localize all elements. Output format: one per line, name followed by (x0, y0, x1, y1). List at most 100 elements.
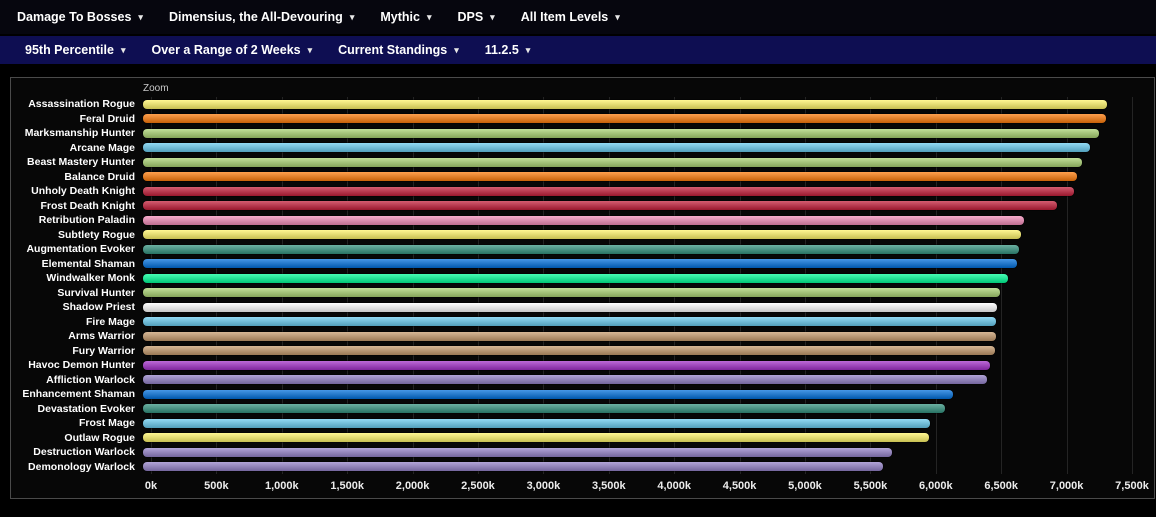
bar-row: Frost Death Knight (11, 199, 1154, 214)
spec-label[interactable]: Devastation Evoker (11, 403, 143, 415)
spec-label[interactable]: Arms Warrior (11, 330, 143, 342)
spec-label[interactable]: Retribution Paladin (11, 214, 143, 226)
x-tick-label: 500k (204, 480, 229, 492)
x-tick-label: 3,000k (526, 480, 561, 492)
bar-track (143, 317, 1132, 327)
role-metric-dropdown[interactable]: DPS ▾ (444, 0, 507, 34)
spec-label[interactable]: Havoc Demon Hunter (11, 359, 143, 371)
x-tick-label: 2,000k (395, 480, 430, 492)
dps-bar[interactable] (143, 273, 1009, 283)
boss-dropdown[interactable]: Dimensius, the All-Devouring ▾ (156, 0, 367, 34)
difficulty-dropdown[interactable]: Mythic ▾ (367, 0, 444, 34)
bar-row: Survival Hunter (11, 286, 1154, 301)
dps-bar[interactable] (143, 462, 883, 472)
boss-label: Dimensius, the All-Devouring (168, 10, 343, 24)
spec-label[interactable]: Feral Druid (11, 113, 143, 125)
dps-bar[interactable] (143, 433, 929, 443)
bar-row: Fury Warrior (11, 344, 1154, 359)
dps-bar[interactable] (143, 259, 1018, 269)
bar-rows: Assassination Rogue Feral Druid Marksman… (11, 97, 1154, 474)
spec-label[interactable]: Demonology Warlock (11, 461, 143, 473)
metric-type-dropdown[interactable]: Damage To Bosses ▾ (4, 0, 156, 34)
dps-bar[interactable] (143, 302, 998, 312)
spec-label[interactable]: Assassination Rogue (11, 98, 143, 110)
bar-track (143, 404, 1132, 414)
percentile-dropdown[interactable]: 95th Percentile ▾ (12, 36, 138, 64)
dps-bar[interactable] (143, 114, 1106, 124)
dps-bar[interactable] (143, 215, 1024, 225)
spec-label[interactable]: Survival Hunter (11, 287, 143, 299)
spec-label[interactable]: Affliction Warlock (11, 374, 143, 386)
bar-track (143, 114, 1132, 124)
filter-toolbar-primary: Damage To Bosses ▾ Dimensius, the All-De… (0, 0, 1156, 34)
dps-bar[interactable] (143, 157, 1082, 167)
dps-bar[interactable] (143, 244, 1019, 254)
dps-bar[interactable] (143, 143, 1090, 153)
chevron-down-icon: ▾ (426, 11, 432, 22)
dps-bar[interactable] (143, 418, 931, 428)
dps-bar[interactable] (143, 317, 997, 327)
chevron-down-icon: ▾ (138, 11, 143, 22)
x-tick-label: 4,500k (722, 480, 757, 492)
standings-dropdown[interactable]: Current Standings ▾ (325, 36, 472, 64)
spec-label[interactable]: Subtlety Rogue (11, 229, 143, 241)
bar-row: Arcane Mage (11, 141, 1154, 156)
spec-label[interactable]: Marksmanship Hunter (11, 127, 143, 139)
spec-label[interactable]: Augmentation Evoker (11, 243, 143, 255)
spec-label[interactable]: Fire Mage (11, 316, 143, 328)
dps-bar[interactable] (143, 172, 1077, 182)
bar-track (143, 143, 1132, 153)
item-level-dropdown[interactable]: All Item Levels ▾ (508, 0, 633, 34)
chevron-down-icon: ▾ (525, 44, 531, 55)
patch-label: 11.2.5 (484, 43, 519, 57)
bar-track (143, 128, 1132, 138)
dps-bar[interactable] (143, 201, 1057, 211)
bar-row: Outlaw Rogue (11, 431, 1154, 446)
dps-bar[interactable] (143, 288, 1001, 298)
dps-bar[interactable] (143, 360, 990, 370)
bar-track (143, 186, 1132, 196)
dps-bar[interactable] (143, 230, 1022, 240)
bar-row: Frost Mage (11, 416, 1154, 431)
dps-bar[interactable] (143, 331, 996, 341)
dps-bar[interactable] (143, 346, 995, 356)
spec-label[interactable]: Destruction Warlock (11, 446, 143, 458)
dps-bar[interactable] (143, 447, 892, 457)
dps-bar[interactable] (143, 375, 987, 385)
bar-row: Fire Mage (11, 315, 1154, 330)
spec-label[interactable]: Balance Druid (11, 171, 143, 183)
dps-bar[interactable] (143, 128, 1100, 138)
spec-label[interactable]: Outlaw Rogue (11, 432, 143, 444)
dps-bar[interactable] (143, 186, 1074, 196)
bar-track (143, 447, 1132, 457)
x-axis: 0k 500k 1,000k 1,500k 2,000k 2,500k 3,000k 3,50… (145, 480, 1149, 496)
spec-label[interactable]: Fury Warrior (11, 345, 143, 357)
metric-type-label: Damage To Bosses (17, 10, 132, 24)
bar-track (143, 375, 1132, 385)
x-tick-label: 5,500k (853, 480, 888, 492)
difficulty-label: Mythic (380, 10, 420, 24)
patch-dropdown[interactable]: 11.2.5 ▾ (472, 36, 544, 64)
bar-row: Assassination Rogue (11, 97, 1154, 112)
spec-label[interactable]: Enhancement Shaman (11, 388, 143, 400)
bar-row: Feral Druid (11, 112, 1154, 127)
role-metric-label: DPS (457, 10, 484, 24)
dps-bar[interactable] (143, 389, 953, 399)
bar-row: Havoc Demon Hunter (11, 358, 1154, 373)
dps-bar[interactable] (143, 99, 1107, 109)
spec-label[interactable]: Shadow Priest (11, 301, 143, 313)
bar-track (143, 99, 1132, 109)
bar-track (143, 360, 1132, 370)
spec-label[interactable]: Beast Mastery Hunter (11, 156, 143, 168)
spec-label[interactable]: Unholy Death Knight (11, 185, 143, 197)
spec-label[interactable]: Arcane Mage (11, 142, 143, 154)
bar-track (143, 331, 1132, 341)
spec-label[interactable]: Elemental Shaman (11, 258, 143, 270)
filter-toolbar-secondary: 95th Percentile ▾ Over a Range of 2 Week… (0, 36, 1156, 64)
spec-label[interactable]: Windwalker Monk (11, 272, 143, 284)
dps-bar[interactable] (143, 404, 945, 414)
spec-label[interactable]: Frost Death Knight (11, 200, 143, 212)
time-range-dropdown[interactable]: Over a Range of 2 Weeks ▾ (138, 36, 325, 64)
spec-label[interactable]: Frost Mage (11, 417, 143, 429)
bar-track (143, 346, 1132, 356)
